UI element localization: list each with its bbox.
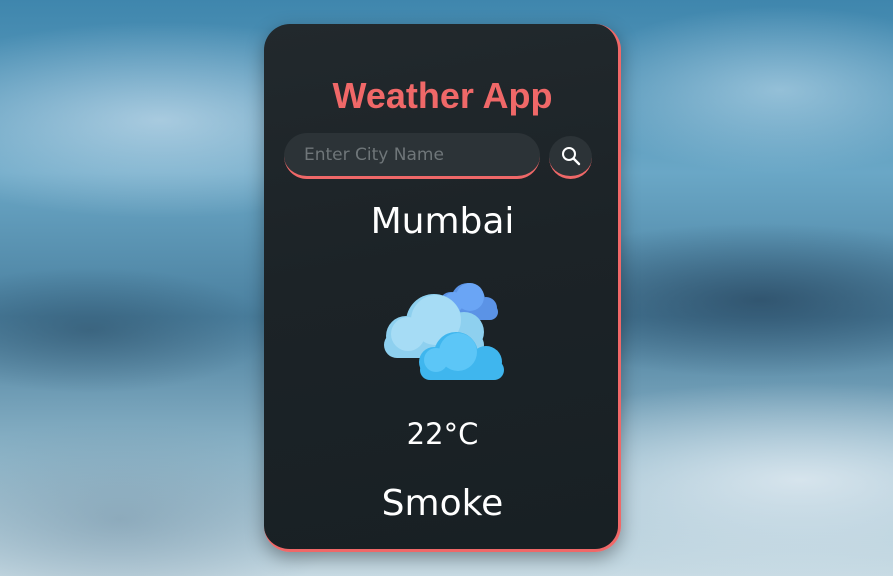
temperature: 22°C: [406, 417, 479, 451]
app-title: Weather App: [332, 75, 553, 116]
city-name: Mumbai: [370, 201, 515, 242]
weather-card: Weather App Mumbai: [264, 24, 621, 552]
city-search-input[interactable]: [284, 133, 540, 179]
weather-condition: Smoke: [381, 483, 504, 524]
clouds-icon: [384, 283, 504, 380]
search-icon: [561, 147, 580, 166]
search-button[interactable]: [549, 136, 592, 179]
